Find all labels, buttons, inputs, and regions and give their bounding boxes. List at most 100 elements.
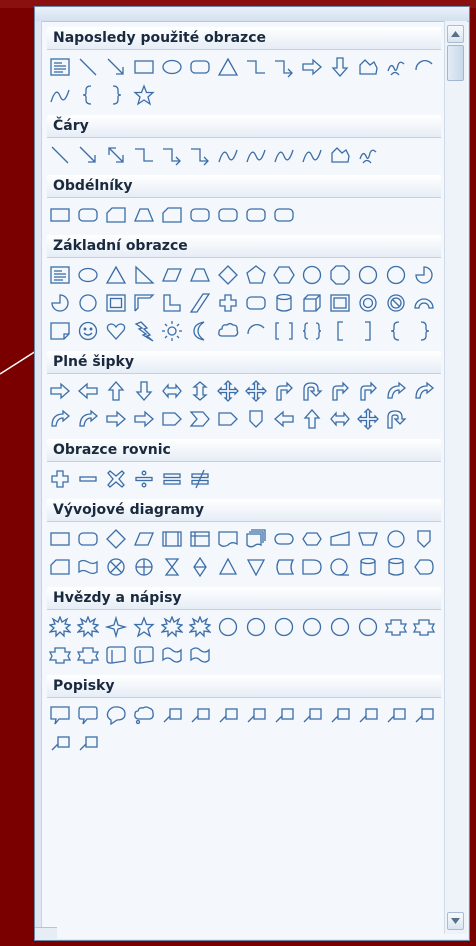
summing-junction-icon[interactable] [103,554,129,580]
can-icon[interactable] [271,290,297,316]
stored-data-icon[interactable] [271,554,297,580]
star-16-icon[interactable] [299,614,325,640]
heart-icon[interactable] [103,318,129,344]
right-brace-icon[interactable] [411,318,437,344]
arrow-line-icon[interactable] [103,54,129,80]
smiley-icon[interactable] [75,318,101,344]
curved-up-arrow-icon[interactable] [47,406,73,432]
sequential-storage-icon[interactable] [327,554,353,580]
left-arrow-callout-icon[interactable] [271,406,297,432]
decision-icon[interactable] [103,526,129,552]
curved-left-arrow-icon[interactable] [411,378,437,404]
card-icon[interactable] [47,554,73,580]
quad-arrow-icon[interactable] [215,378,241,404]
resize-handle[interactable] [35,927,57,940]
double-arrow-line-icon[interactable] [103,142,129,168]
terminator-icon[interactable] [271,526,297,552]
star-12-icon[interactable] [271,614,297,640]
sun-icon[interactable] [159,318,185,344]
off-page-connector-icon[interactable] [411,526,437,552]
decagon-icon[interactable] [355,262,381,288]
chevron-icon[interactable] [187,406,213,432]
diagonal-stripe-icon[interactable] [187,290,213,316]
elbow-arrow-connector-icon[interactable] [159,142,185,168]
notched-right-arrow-icon[interactable] [131,406,157,432]
left-arrow-icon[interactable] [75,378,101,404]
vertical-scroll-icon[interactable] [103,642,129,668]
data-icon[interactable] [131,526,157,552]
chord-icon[interactable] [47,290,73,316]
double-brace-icon[interactable] [299,318,325,344]
heptagon-icon[interactable] [299,262,325,288]
up-arrow-icon[interactable] [103,378,129,404]
half-frame-icon[interactable] [131,290,157,316]
right-bracket-icon[interactable] [355,318,381,344]
elbow-arrow-connector-icon[interactable] [271,54,297,80]
scroll-thumb[interactable] [447,45,464,81]
line-callout-2-icon[interactable] [187,702,213,728]
bent-up-arrow-icon[interactable] [355,378,381,404]
line-callout-4-accent-icon[interactable] [355,702,381,728]
magnetic-disk-icon[interactable] [355,554,381,580]
cloud-icon[interactable] [215,318,241,344]
star-32-icon[interactable] [355,614,381,640]
octagon-icon[interactable] [327,262,353,288]
process-icon[interactable] [47,526,73,552]
line-callout-2-bordered-icon[interactable] [411,702,437,728]
line-callout-4-bordered-icon[interactable] [75,730,101,756]
diamond-icon[interactable] [215,262,241,288]
line-callout-3-icon[interactable] [215,702,241,728]
hexagon-icon[interactable] [271,262,297,288]
snip-round-icon[interactable] [187,202,213,228]
plus-icon[interactable] [47,466,73,492]
multidocument-icon[interactable] [243,526,269,552]
right-arrow-icon[interactable] [47,378,73,404]
direct-access-storage-icon[interactable] [383,554,409,580]
bevel-icon[interactable] [327,290,353,316]
curved-arrow-connector-icon[interactable] [243,142,269,168]
down-arrow-icon[interactable] [327,54,353,80]
star-10-icon[interactable] [243,614,269,640]
line-icon[interactable] [75,54,101,80]
pentagon-icon[interactable] [243,262,269,288]
scribble-icon[interactable] [383,54,409,80]
round-same-side-icon[interactable] [243,202,269,228]
display-icon[interactable] [411,554,437,580]
star-24-icon[interactable] [327,614,353,640]
curved-double-arrow-icon[interactable] [271,142,297,168]
block-arc-icon[interactable] [411,290,437,316]
left-up-arrow-icon[interactable] [327,378,353,404]
up-ribbon-icon[interactable] [383,614,409,640]
no-symbol-icon[interactable] [383,290,409,316]
line-icon[interactable] [47,142,73,168]
curved-down-ribbon-icon[interactable] [75,642,101,668]
arrow-line-icon[interactable] [75,142,101,168]
merge-icon[interactable] [243,554,269,580]
textbox-icon[interactable] [47,54,73,80]
down-arrow-icon[interactable] [131,378,157,404]
oval-icon[interactable] [75,262,101,288]
triangle-icon[interactable] [215,54,241,80]
line-callout-3-accent-icon[interactable] [327,702,353,728]
explosion-2-icon[interactable] [75,614,101,640]
minus-icon[interactable] [75,466,101,492]
delay-icon[interactable] [299,554,325,580]
sort-icon[interactable] [187,554,213,580]
elbow-connector-icon[interactable] [243,54,269,80]
alternate-process-icon[interactable] [75,526,101,552]
scribble-icon[interactable] [355,142,381,168]
star-8-icon[interactable] [215,614,241,640]
double-wave-icon[interactable] [187,642,213,668]
elbow-double-arrow-icon[interactable] [187,142,213,168]
right-arrow-callout-icon[interactable] [215,406,241,432]
round-single-corner-icon[interactable] [215,202,241,228]
quad-arrow-callout-icon[interactable] [355,406,381,432]
star-5-icon[interactable] [131,614,157,640]
dodecagon-icon[interactable] [383,262,409,288]
snip-same-side-icon[interactable] [131,202,157,228]
left-bracket-icon[interactable] [327,318,353,344]
left-brace-icon[interactable] [75,82,101,108]
elbow-connector-icon[interactable] [131,142,157,168]
manual-input-icon[interactable] [327,526,353,552]
line-callout-4-icon[interactable] [243,702,269,728]
